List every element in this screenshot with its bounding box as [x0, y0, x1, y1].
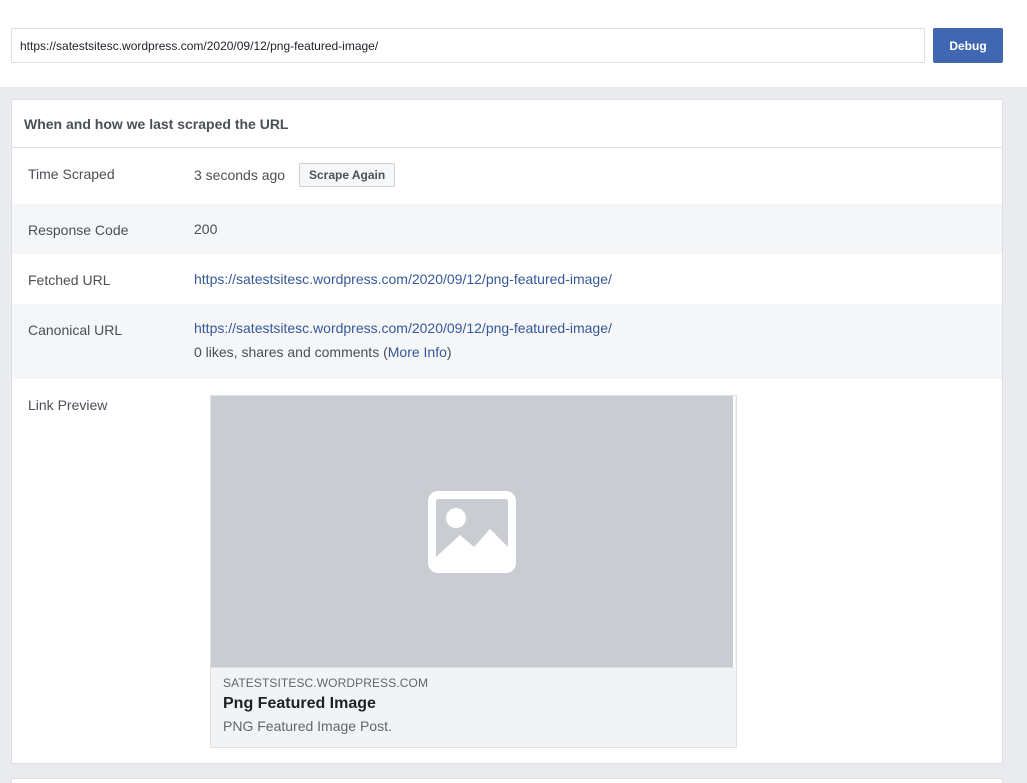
image-placeholder-icon: [428, 490, 516, 573]
fetched-url-row: Fetched URL https://satestsitesc.wordpre…: [12, 254, 1002, 304]
engagement-line: 0 likes, shares and comments (More Info): [194, 345, 1002, 359]
fetched-url-value-cell: https://satestsitesc.wordpress.com/2020/…: [194, 254, 1002, 304]
response-code-value: 200: [194, 221, 218, 237]
fetched-url-link[interactable]: https://satestsitesc.wordpress.com/2020/…: [194, 271, 612, 287]
preview-domain: SATESTSITESC.WORDPRESS.COM: [223, 676, 429, 690]
engagement-text: 0 likes, shares and comments (: [194, 344, 388, 360]
response-code-row: Response Code 200: [12, 204, 1002, 254]
more-info-link[interactable]: More Info: [388, 344, 447, 360]
time-scraped-label: Time Scraped: [28, 166, 115, 182]
url-input[interactable]: [11, 28, 925, 63]
top-bar: Debug: [0, 0, 1027, 87]
response-code-label: Response Code: [28, 222, 129, 238]
canonical-url-value-cell: https://satestsitesc.wordpress.com/2020/…: [194, 304, 1002, 379]
time-scraped-value-cell: 3 seconds ago Scrape Again: [194, 148, 1002, 204]
time-scraped-value: 3 seconds ago: [194, 167, 286, 183]
link-preview-row: Link Preview SATESTSITESC.WORDPRESS.COM …: [12, 379, 1002, 764]
link-preview-label: Link Preview: [28, 397, 108, 413]
preview-description: PNG Featured Image Post.: [223, 718, 392, 734]
link-preview-card[interactable]: SATESTSITESC.WORDPRESS.COM Png Featured …: [210, 395, 737, 748]
preview-title[interactable]: Png Featured Image: [223, 695, 724, 713]
panel-header: When and how we last scraped the URL: [12, 100, 1002, 148]
scrape-info-panel: When and how we last scraped the URL Tim…: [11, 99, 1003, 764]
next-panel-edge: [11, 778, 1003, 783]
preview-meta: SATESTSITESC.WORDPRESS.COM Png Featured …: [211, 668, 736, 734]
canonical-url-row: Canonical URL https://satestsitesc.wordp…: [12, 304, 1002, 379]
scrollbar[interactable]: [1010, 87, 1027, 783]
engagement-suffix: ): [446, 344, 452, 360]
time-scraped-row: Time Scraped 3 seconds ago Scrape Again: [12, 148, 1002, 204]
canonical-url-link[interactable]: https://satestsitesc.wordpress.com/2020/…: [194, 320, 612, 336]
preview-image[interactable]: [211, 396, 735, 668]
debug-button[interactable]: Debug: [933, 28, 1003, 63]
scrape-again-button[interactable]: Scrape Again: [298, 163, 396, 187]
canonical-url-label: Canonical URL: [28, 322, 123, 338]
fetched-url-label: Fetched URL: [28, 272, 111, 288]
